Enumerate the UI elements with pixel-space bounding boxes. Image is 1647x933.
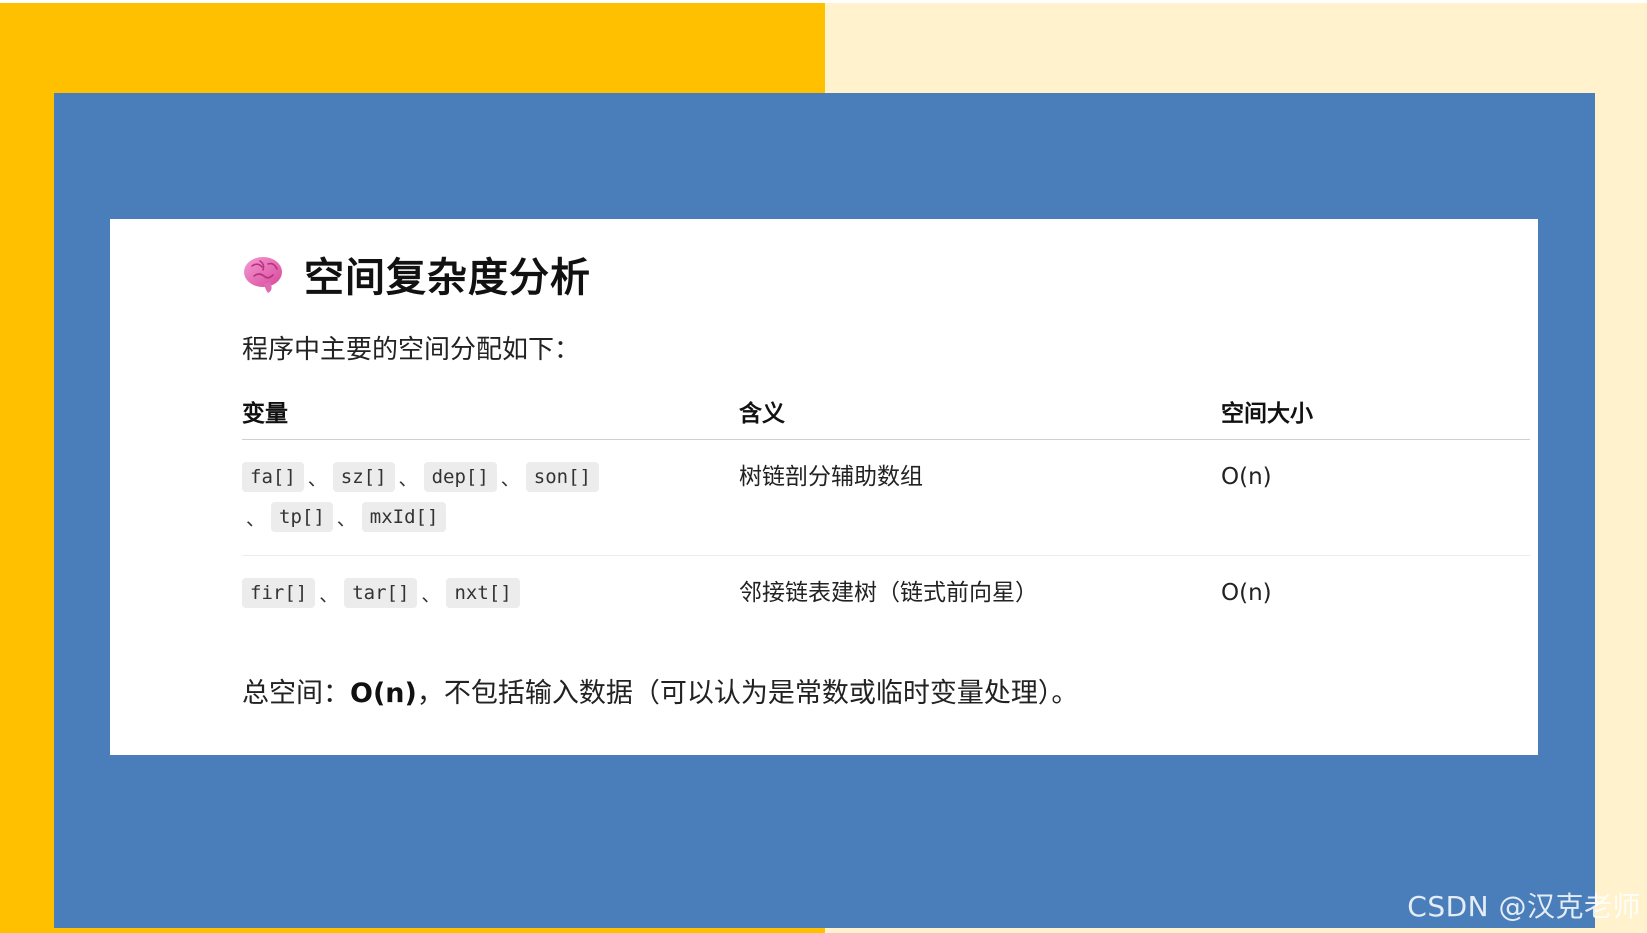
section-heading: 空间复杂度分析: [242, 245, 591, 303]
code-fir: fir[]: [242, 578, 316, 608]
separator: 、: [500, 467, 520, 490]
code-son: son[]: [525, 462, 599, 492]
separator: 、: [246, 507, 266, 530]
variables-cell: fa[]、 sz[]、 dep[]、 son[]、 tp[]、 mxId[]: [242, 440, 739, 555]
code-tp: tp[]: [271, 502, 333, 532]
meaning-cell: 树链剖分辅助数组: [739, 464, 923, 490]
summary-suffix: ，不包括输入数据（可以认为是常数或临时变量处理）。: [416, 678, 1079, 709]
separator: 、: [307, 467, 327, 490]
space-cell: O(n): [1221, 464, 1272, 490]
summary-complexity: O(n): [350, 678, 417, 709]
brain-icon: [244, 257, 282, 293]
separator: 、: [398, 467, 418, 490]
content-card: 空间复杂度分析 程序中主要的空间分配如下： 变量 含义 空间大小 fa[]、 s…: [110, 219, 1538, 755]
space-table: 变量 含义 空间大小 fa[]、 sz[]、 dep[]、 son[]、 tp[…: [242, 383, 1530, 640]
meaning-cell: 邻接链表建树（链式前向星）: [739, 580, 1038, 606]
code-dep: dep[]: [423, 462, 497, 492]
code-nxt: nxt[]: [446, 578, 520, 608]
separator: 、: [336, 507, 356, 530]
variables-cell: fir[]、 tar[]、 nxt[]: [242, 556, 739, 640]
code-fa: fa[]: [242, 462, 304, 492]
table-row: fir[]、 tar[]、 nxt[] 邻接链表建树（链式前向星） O(n): [242, 556, 1530, 640]
code-mxid: mxId[]: [361, 502, 447, 532]
header-meaning: 含义: [739, 401, 785, 427]
summary-text: 总空间：O(n)，不包括输入数据（可以认为是常数或临时变量处理）。: [242, 671, 1078, 710]
summary-prefix: 总空间：: [242, 678, 350, 709]
separator: 、: [421, 583, 441, 606]
intro-text: 程序中主要的空间分配如下：: [242, 335, 581, 365]
separator: 、: [319, 583, 339, 606]
header-variable: 变量: [242, 401, 288, 427]
space-cell: O(n): [1221, 580, 1272, 606]
page-title: 空间复杂度分析: [304, 255, 591, 301]
table-row: fa[]、 sz[]、 dep[]、 son[]、 tp[]、 mxId[] 树…: [242, 440, 1530, 556]
header-space: 空间大小: [1221, 401, 1313, 427]
watermark: CSDN @汉克老师: [1407, 890, 1641, 923]
table-header: 变量 含义 空间大小: [242, 383, 1530, 440]
code-sz: sz[]: [332, 462, 395, 492]
code-tar: tar[]: [344, 578, 418, 608]
